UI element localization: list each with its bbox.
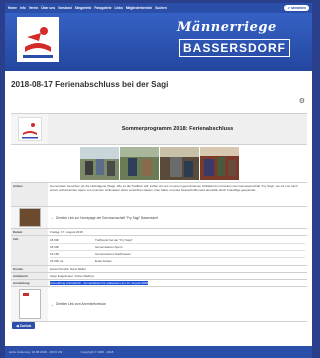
logout-button[interactable]: ✔ abmelden xyxy=(284,5,309,11)
schedule-item: 22.00h ca. Ende Anlass xyxy=(50,258,305,264)
registration-value[interactable]: Anmeldung erforderlich - Anmeldeliste bi… xyxy=(50,281,149,285)
brand-title: Männerriege xyxy=(177,20,277,35)
schedule-item: 19.15h Gemeinsames Nachtessen xyxy=(50,251,305,258)
registration-row: Anmeldung Anmeldung erforderlich - Anmel… xyxy=(11,280,307,287)
schedule-desc: Gemeinsamer Apéro xyxy=(95,245,123,249)
nav-ueber-uns[interactable]: Über uns xyxy=(41,6,55,10)
nav-home[interactable]: Home xyxy=(8,6,17,10)
last-changed: letzte Änderung: 19.08.2018 - 18:03 Uhr xyxy=(9,350,63,354)
back-label: Zurück xyxy=(19,323,32,328)
nav-fotogalerie[interactable]: Fotogalerie xyxy=(94,6,111,10)
schedule-item: 18.00h Treffpunkt bei der "Fry Sagi" xyxy=(50,237,305,244)
person-label: Kosten xyxy=(11,266,48,272)
nav-mitgliederbereich[interactable]: Mitgliederbereich xyxy=(126,6,152,10)
document-icon[interactable] xyxy=(18,289,41,319)
photo-strip xyxy=(11,145,307,183)
photo-3[interactable] xyxy=(159,147,199,180)
page-container: Home Info Verein Über uns Vorstand Sänge… xyxy=(5,3,312,358)
photo-2[interactable] xyxy=(119,147,159,180)
time-label: Zeit xyxy=(11,236,48,265)
nav-saengerinfo[interactable]: Sängerinfo xyxy=(75,6,92,10)
photo-4[interactable] xyxy=(199,147,239,180)
schedule-desc: Gemeinsames Nachtessen xyxy=(95,252,132,256)
small-logo xyxy=(17,117,42,141)
date-label: Datum xyxy=(11,229,48,235)
nav-info[interactable]: Info xyxy=(20,6,26,10)
header-banner: Männerriege BASSERSDORF xyxy=(5,13,312,71)
event-logo-cell xyxy=(11,114,48,144)
registration-value-cell: Anmeldung erforderlich - Anmeldeliste bi… xyxy=(48,280,307,286)
info-label: Anlass xyxy=(11,183,48,206)
homepage-thumbnail[interactable] xyxy=(18,208,41,227)
schedule-time: 18.00h xyxy=(50,238,60,242)
homepage-link-label: Direkter Link zur Homepage der Genossens… xyxy=(56,215,159,220)
nav-links[interactable]: Links xyxy=(115,6,123,10)
title-bar: 2018-08-17 Ferienabschluss bei der Sagi xyxy=(5,71,312,97)
logo-icon xyxy=(17,17,59,62)
nav-verein[interactable]: Verein xyxy=(29,6,39,10)
event-table: Sommerprogramm 2018: Ferienabschluss Anl… xyxy=(11,113,307,322)
event-header-row: Sommerprogramm 2018: Ferienabschluss xyxy=(11,114,307,145)
page-title: 2018-08-17 Ferienabschluss bei der Sagi xyxy=(11,79,169,89)
nav-suchen[interactable]: Suchen xyxy=(155,6,167,10)
schedule-time: 22.00h ca. xyxy=(50,259,65,263)
brand-subtitle: BASSERSDORF xyxy=(179,39,291,57)
schedule-time: 18.30h xyxy=(50,245,60,249)
organizer-value: Sepp Engelmaier / Peter Matthys xyxy=(50,274,95,278)
person-value: Hansi Pünchli, Hans Müller xyxy=(50,267,87,271)
back-button[interactable]: ◀ Zurück xyxy=(12,322,36,329)
schedule-list: 18.00h Treffpunkt bei der "Fry Sagi" 18.… xyxy=(48,236,307,265)
gear-icon[interactable]: ⚙ xyxy=(299,97,305,105)
form-link-label: Direkter Link zum Anmeldeformular xyxy=(56,302,106,306)
schedule-item: 18.30h Gemeinsamer Apéro xyxy=(50,244,305,251)
logout-label: abmelden xyxy=(291,6,306,10)
photo-1[interactable] xyxy=(79,147,119,180)
check-icon: ✔ xyxy=(287,6,291,10)
person-row: Kosten Hansi Pünchli, Hans Müller xyxy=(11,266,307,273)
logo-icon xyxy=(21,123,38,139)
date-row: Datum Freitag, 17. August 2018 xyxy=(11,229,307,236)
organizer-row: Anbieterin Sepp Engelmaier / Peter Matth… xyxy=(11,273,307,280)
organizer-label: Anbieterin xyxy=(11,273,48,279)
footer: letzte Änderung: 19.08.2018 - 18:03 Uhr … xyxy=(5,346,312,358)
homepage-link-row: → Direkter Link zur Homepage der Genosse… xyxy=(11,207,307,229)
info-text: Gemeinsam besuchen wir die Holzsägerei (… xyxy=(50,184,298,193)
nav-vorstand[interactable]: Vorstand xyxy=(58,6,72,10)
schedule-desc: Treffpunkt bei der "Fry Sagi" xyxy=(95,238,133,242)
arrow-right-icon: → xyxy=(50,215,54,220)
arrow-left-icon: ◀ xyxy=(16,323,19,328)
homepage-thumb-cell xyxy=(11,207,48,228)
top-navigation: Home Info Verein Über uns Vorstand Sänge… xyxy=(5,3,312,13)
homepage-link[interactable]: → Direkter Link zur Homepage der Genosse… xyxy=(48,207,307,228)
copyright: Copyright © 1995 - 2018 xyxy=(80,350,114,354)
club-logo[interactable] xyxy=(17,17,59,62)
registration-label: Anmeldung xyxy=(11,280,48,286)
date-value: Freitag, 17. August 2018 xyxy=(50,230,83,234)
form-link[interactable]: → Direkter Link zum Anmeldeformular xyxy=(48,287,307,321)
time-row: Zeit 18.00h Treffpunkt bei der "Fry Sagi… xyxy=(11,236,307,266)
info-row: Anlass Gemeinsam besuchen wir die Holzsä… xyxy=(11,183,307,207)
form-link-row: → Direkter Link zum Anmeldeformular xyxy=(11,287,307,322)
toolbar: ⚙ xyxy=(5,97,312,105)
form-thumb-cell xyxy=(11,287,48,321)
schedule-time: 19.15h xyxy=(50,252,60,256)
event-heading: Sommerprogramm 2018: Ferienabschluss xyxy=(121,126,234,132)
schedule-desc: Ende Anlass xyxy=(95,259,112,263)
arrow-right-icon: → xyxy=(50,301,54,307)
